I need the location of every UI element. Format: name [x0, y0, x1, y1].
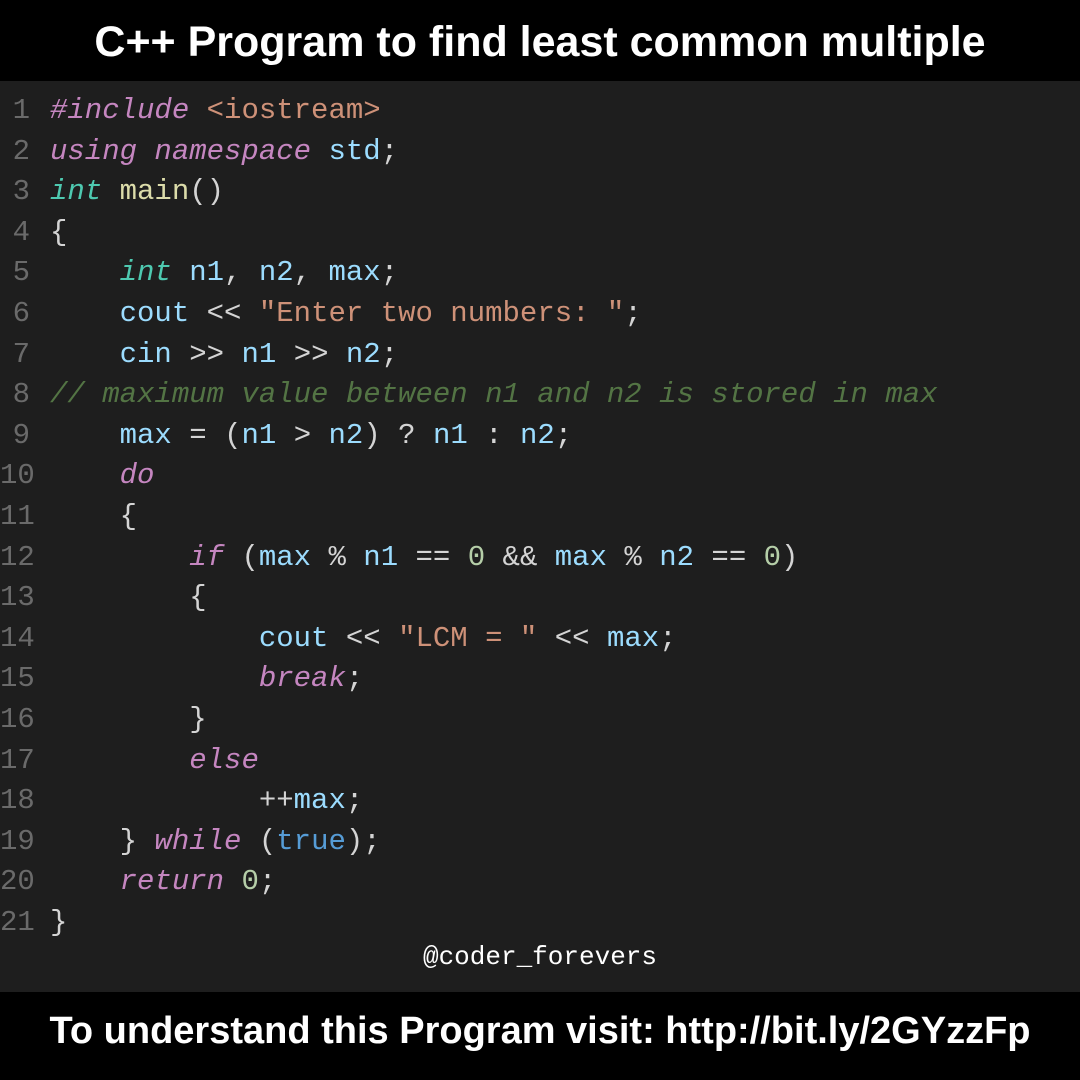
keyword: namespace — [154, 135, 311, 168]
keyword: while — [154, 825, 241, 858]
type: int — [120, 256, 172, 289]
line-number: 12 — [0, 538, 50, 579]
variable: max — [120, 419, 172, 452]
code-line: 12 if (max % n1 == 0 && max % n2 == 0) — [0, 538, 1080, 579]
keyword: else — [189, 744, 259, 777]
keyword: if — [189, 541, 224, 574]
line-number: 7 — [0, 335, 50, 376]
line-number: 2 — [0, 132, 50, 173]
number: 0 — [764, 541, 781, 574]
code-line: 2using namespace std; — [0, 132, 1080, 173]
code-line: 1#include <iostream> — [0, 91, 1080, 132]
constant: true — [276, 825, 346, 858]
code-block: 1#include <iostream> 2using namespace st… — [0, 81, 1080, 992]
page-title: C++ Program to find least common multipl… — [0, 0, 1080, 81]
line-number: 3 — [0, 172, 50, 213]
number: 0 — [468, 541, 485, 574]
include-header: <iostream> — [207, 94, 381, 127]
keyword: return — [120, 865, 224, 898]
string-literal: "LCM = " — [398, 622, 537, 655]
code-line: 18 ++max; — [0, 781, 1080, 822]
preprocessor: #include — [50, 94, 189, 127]
code-line: 7 cin >> n1 >> n2; — [0, 335, 1080, 376]
code-line: 5 int n1, n2, max; — [0, 253, 1080, 294]
line-number: 19 — [0, 822, 50, 863]
identifier: cin — [120, 338, 172, 371]
line-number: 18 — [0, 781, 50, 822]
variable: n2 — [659, 541, 694, 574]
line-number: 11 — [0, 497, 50, 538]
code-line: 15 break; — [0, 659, 1080, 700]
line-number: 14 — [0, 619, 50, 660]
footer-text: To understand this Program visit: http:/… — [0, 992, 1080, 1071]
variable: n1 — [363, 541, 398, 574]
variable: max — [294, 784, 346, 817]
line-number: 1 — [0, 91, 50, 132]
string-literal: "Enter two numbers: " — [259, 297, 624, 330]
code-line: 21} — [0, 903, 1080, 944]
variable: n2 — [520, 419, 555, 452]
code-line: 8// maximum value between n1 and n2 is s… — [0, 375, 1080, 416]
line-number: 5 — [0, 253, 50, 294]
line-number: 6 — [0, 294, 50, 335]
line-number: 8 — [0, 375, 50, 416]
variable: max — [607, 622, 659, 655]
keyword: using — [50, 135, 137, 168]
line-number: 20 — [0, 862, 50, 903]
identifier: cout — [120, 297, 190, 330]
code-line: 3int main() — [0, 172, 1080, 213]
code-line: 4{ — [0, 213, 1080, 254]
line-number: 21 — [0, 903, 50, 944]
keyword: break — [259, 662, 346, 695]
variable: n1 — [433, 419, 468, 452]
code-line: 17 else — [0, 741, 1080, 782]
line-number: 9 — [0, 416, 50, 457]
comment: // maximum value between n1 and n2 is st… — [50, 378, 938, 411]
line-number: 15 — [0, 659, 50, 700]
variable: n1 — [241, 338, 276, 371]
variable: n2 — [259, 256, 294, 289]
type: int — [50, 175, 102, 208]
variable: n2 — [329, 419, 364, 452]
line-number: 4 — [0, 213, 50, 254]
line-number: 17 — [0, 741, 50, 782]
variable: max — [329, 256, 381, 289]
variable: n2 — [346, 338, 381, 371]
keyword: do — [120, 459, 155, 492]
code-line: 6 cout << "Enter two numbers: "; — [0, 294, 1080, 335]
author-handle: @coder_forevers — [0, 939, 1080, 981]
code-line: 19 } while (true); — [0, 822, 1080, 863]
identifier: cout — [259, 622, 329, 655]
code-line: 11 { — [0, 497, 1080, 538]
line-number: 16 — [0, 700, 50, 741]
function-name: main — [120, 175, 190, 208]
number: 0 — [241, 865, 258, 898]
variable: n1 — [241, 419, 276, 452]
code-line: 10 do — [0, 456, 1080, 497]
code-line: 16 } — [0, 700, 1080, 741]
line-number: 10 — [0, 456, 50, 497]
code-line: 9 max = (n1 > n2) ? n1 : n2; — [0, 416, 1080, 457]
code-line: 20 return 0; — [0, 862, 1080, 903]
line-number: 13 — [0, 578, 50, 619]
variable: max — [259, 541, 311, 574]
code-line: 14 cout << "LCM = " << max; — [0, 619, 1080, 660]
variable: max — [555, 541, 607, 574]
code-line: 13 { — [0, 578, 1080, 619]
identifier: std — [328, 135, 380, 168]
variable: n1 — [189, 256, 224, 289]
